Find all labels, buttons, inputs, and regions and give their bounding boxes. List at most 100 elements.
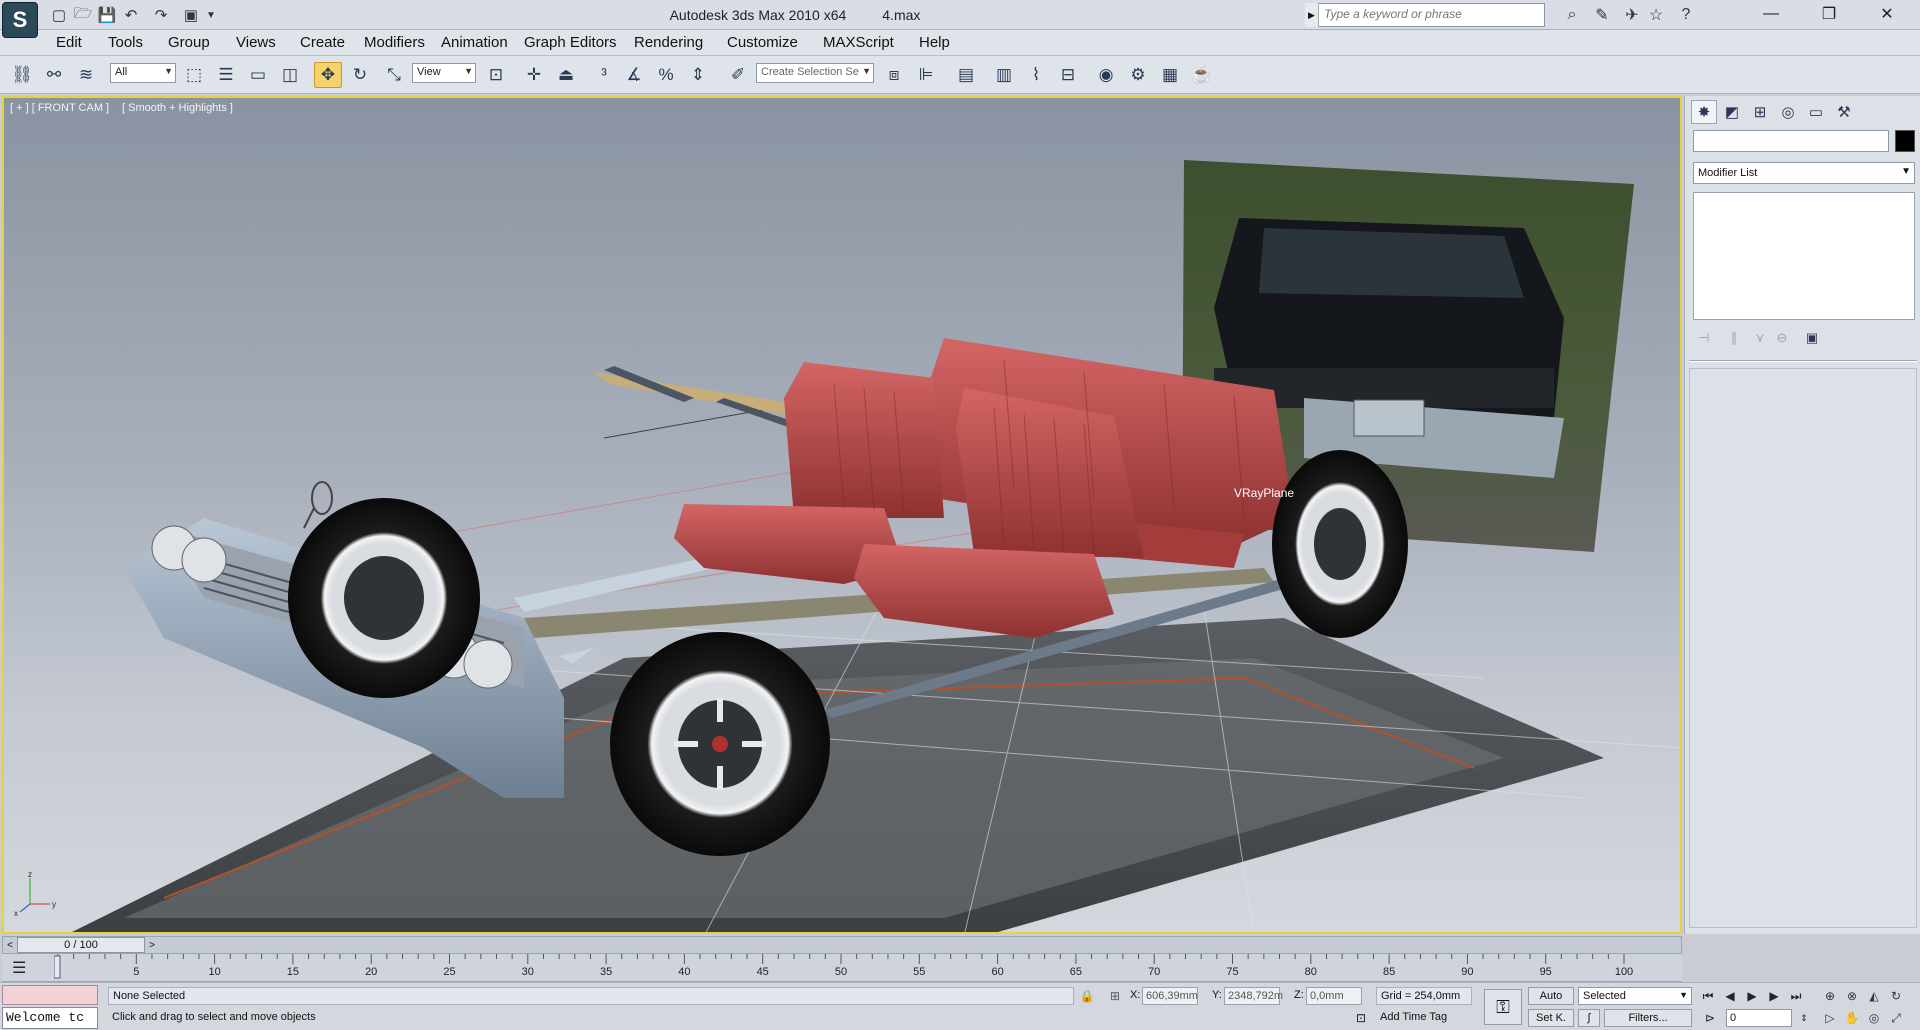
rendered-frame-window-icon[interactable]: ▦ [1156, 62, 1184, 88]
configure-modifier-sets-icon[interactable]: ▣ [1801, 328, 1823, 348]
quick-render-icon[interactable]: ☕ [1188, 62, 1216, 88]
selection-filter-dropdown[interactable]: All ▼ [110, 63, 176, 83]
wheel-rear-right[interactable] [1272, 450, 1408, 638]
menu-help[interactable]: Help [919, 34, 950, 51]
orbit-icon[interactable]: ↻ [1886, 987, 1906, 1005]
mini-curve-editor-icon[interactable]: ☰ [12, 958, 26, 978]
key-mode-icon[interactable]: ⊳ [1700, 1009, 1720, 1027]
wheel-front-right[interactable] [610, 632, 830, 856]
menu-views[interactable]: Views [236, 34, 276, 51]
menu-create[interactable]: Create [300, 34, 345, 51]
restore-button[interactable]: ❐ [1806, 0, 1852, 28]
modifier-stack[interactable] [1693, 192, 1915, 320]
modify-tab-icon[interactable]: ◩ [1719, 100, 1745, 124]
select-and-rotate-icon[interactable]: ↻ [346, 62, 374, 88]
viewport-label[interactable]: [ + ] [ FRONT CAM ] [10, 102, 109, 114]
rectangular-selection-icon[interactable]: ▭ [244, 62, 272, 88]
communication-center-icon[interactable]: ✎ [1590, 4, 1614, 26]
walk-through-icon[interactable]: ◎ [1864, 1009, 1884, 1027]
maximize-viewport-icon[interactable]: ⤢ [1886, 1009, 1906, 1027]
material-editor-icon[interactable]: ◉ [1092, 62, 1120, 88]
previous-frame-icon[interactable]: < [3, 937, 17, 953]
x-coordinate-field[interactable]: 606,39mm [1142, 987, 1198, 1005]
time-slider[interactable]: < 0 / 100 > [2, 936, 1682, 954]
auto-key-button[interactable]: Auto [1528, 987, 1574, 1005]
select-and-link-icon[interactable]: ⛓ [8, 62, 36, 88]
set-key-icon[interactable]: ⚿ [1484, 989, 1522, 1025]
menu-rendering[interactable]: Rendering [634, 34, 703, 51]
maxscript-listener[interactable]: Welcome tc [2, 1007, 98, 1029]
select-object-icon[interactable]: ⬚ [180, 62, 208, 88]
percent-snap-icon[interactable]: % [652, 62, 680, 88]
absolute-mode-icon[interactable]: ⊞ [1106, 987, 1124, 1005]
render-setup-icon[interactable]: ⚙ [1124, 62, 1152, 88]
select-by-name-icon[interactable]: ☰ [212, 62, 240, 88]
key-filters-button[interactable]: Filters... [1604, 1009, 1692, 1027]
utilities-tab-icon[interactable]: ⚒ [1831, 100, 1857, 124]
next-frame-icon[interactable]: > [145, 937, 159, 953]
binoculars-icon[interactable]: ⌕ [1560, 4, 1584, 26]
next-key-icon[interactable]: ▶ [1764, 987, 1784, 1005]
default-tangent-icon[interactable]: ∫ [1578, 1009, 1600, 1027]
align-icon[interactable]: ⊫ [912, 62, 940, 88]
keyboard-shortcut-override-icon[interactable]: ⏏ [552, 62, 580, 88]
add-time-tag[interactable]: Add Time Tag [1376, 1009, 1472, 1027]
frame-spinner-icon[interactable]: ⇕ [1794, 1009, 1814, 1027]
menu-customize[interactable]: Customize [727, 34, 798, 51]
show-end-result-icon[interactable]: ∥ [1723, 328, 1745, 348]
schematic-view-icon[interactable]: ⊟ [1054, 62, 1082, 88]
motion-tab-icon[interactable]: ◎ [1775, 100, 1801, 124]
modifier-list-dropdown[interactable]: Modifier List ▼ [1693, 162, 1915, 184]
pan-hand-icon[interactable]: ✋ [1842, 1009, 1862, 1027]
reference-coordinate-dropdown[interactable]: View ▼ [412, 63, 476, 83]
key-filter-dropdown[interactable]: Selected ▼ [1578, 987, 1692, 1005]
current-frame-field[interactable]: 0 [1726, 1009, 1792, 1027]
field-of-view-icon[interactable]: ◭ [1864, 987, 1884, 1005]
y-coordinate-field[interactable]: 2348,792m [1224, 987, 1283, 1005]
bind-space-warp-icon[interactable]: ≋ [72, 62, 100, 88]
z-coordinate-field[interactable]: 0,0mm [1306, 987, 1362, 1005]
spinner-snap-icon[interactable]: ⇕ [684, 62, 712, 88]
select-and-move-icon[interactable]: ✥ [314, 62, 342, 88]
satellite-icon[interactable]: ✈ [1620, 4, 1644, 26]
play-icon[interactable]: ▶ [1742, 987, 1762, 1005]
time-slider-thumb[interactable]: 0 / 100 [17, 937, 145, 953]
menu-maxscript[interactable]: MAXScript [823, 34, 894, 51]
pivot-center-icon[interactable]: ⊡ [482, 62, 510, 88]
scene-render[interactable] [4, 98, 1682, 934]
hierarchy-tab-icon[interactable]: ⊞ [1747, 100, 1773, 124]
track-bar[interactable]: ☰ 5 10 15 20 25 30 35 40 45 50 55 60 65 70 75 80 85 90 95 1… [2, 954, 1682, 982]
help-search-input[interactable]: Type a keyword or phrase [1305, 3, 1545, 27]
zoom-all-icon[interactable]: ⊗ [1842, 987, 1862, 1005]
minimize-button[interactable]: — [1748, 0, 1794, 28]
set-key-button[interactable]: Set K. [1528, 1009, 1574, 1027]
edit-named-selection-icon[interactable]: ✐ [724, 62, 752, 88]
help-icon[interactable]: ? [1674, 4, 1698, 26]
mirror-icon[interactable]: ⧈ [880, 62, 908, 88]
create-tab-icon[interactable]: ✸ [1691, 100, 1717, 124]
angle-snap-icon[interactable]: ∡ [620, 62, 648, 88]
viewport-shading-label[interactable]: [ Smooth + Highlights ] [122, 102, 233, 114]
unlink-icon[interactable]: ⚯ [40, 62, 68, 88]
viewport-front-cam[interactable]: [ + ] [ FRONT CAM ] [ Smooth + Highlight… [2, 96, 1682, 934]
previous-key-icon[interactable]: ◀ [1720, 987, 1740, 1005]
layer-manager-icon[interactable]: ▤ [952, 62, 980, 88]
make-unique-icon[interactable]: ⋎ [1749, 328, 1771, 348]
snaps-toggle-icon[interactable]: ³ [590, 62, 618, 88]
display-tab-icon[interactable]: ▭ [1803, 100, 1829, 124]
menu-tools[interactable]: Tools [108, 34, 143, 51]
zoom-icon[interactable]: ⊕ [1820, 987, 1840, 1005]
curve-editor-icon[interactable]: ⌇ [1022, 62, 1050, 88]
wheel-front-left[interactable] [288, 498, 480, 698]
maxscript-mini-listener-top[interactable] [2, 985, 98, 1005]
menu-modifiers[interactable]: Modifiers [364, 34, 425, 51]
menu-graph-editors[interactable]: Graph Editors [524, 34, 617, 51]
favorites-star-icon[interactable]: ☆ [1644, 4, 1668, 26]
named-selection-sets-dropdown[interactable]: Create Selection Se ▼ [756, 63, 874, 83]
dolly-icon[interactable]: ▷ [1820, 1009, 1840, 1027]
object-color-swatch[interactable] [1895, 130, 1915, 152]
object-name-field[interactable] [1693, 130, 1889, 152]
manipulate-icon[interactable]: ✛ [520, 62, 548, 88]
menu-animation[interactable]: Animation [441, 34, 508, 51]
menu-edit[interactable]: Edit [56, 34, 82, 51]
